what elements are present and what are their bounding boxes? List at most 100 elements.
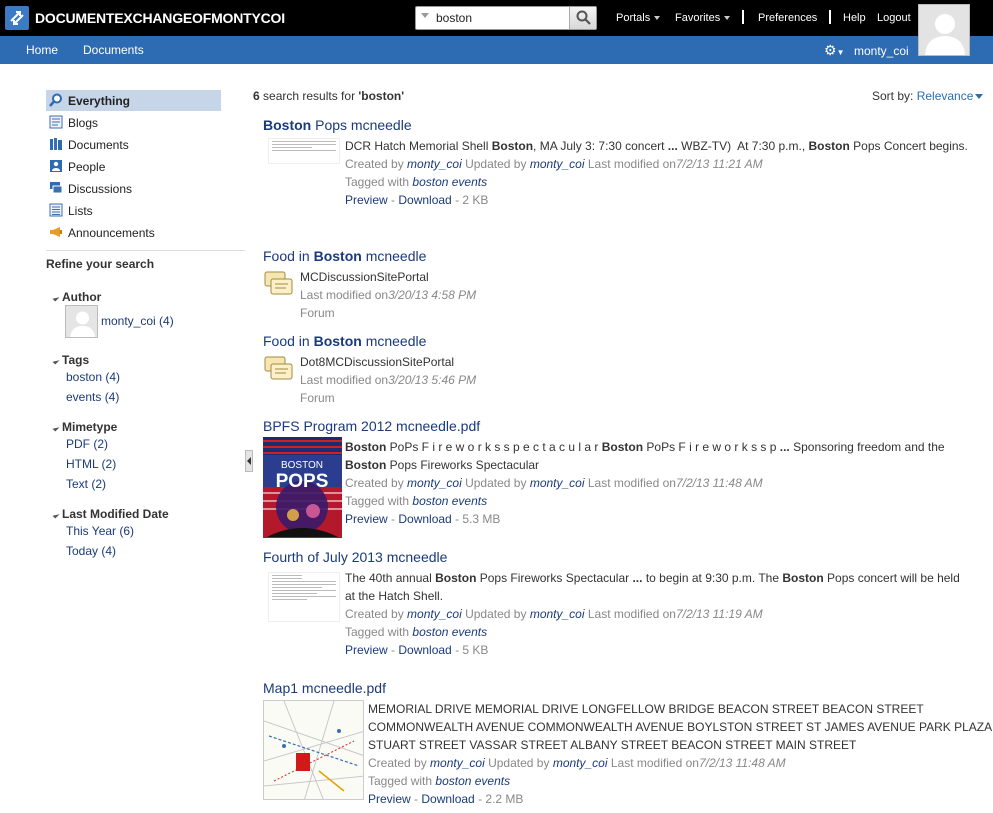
updater-link[interactable]: monty_coi [530,476,585,490]
download-link[interactable]: Download [398,512,451,526]
result-actions: Preview - Download - 5.3 MB [345,512,501,526]
result-meta: Created by monty_coi Updated by monty_co… [345,476,763,490]
search-box [415,6,597,30]
updater-link[interactable]: monty_coi [530,157,585,171]
result-title[interactable]: BPFS Program 2012 mcneedle.pdf [263,418,480,434]
facet-mimetype-html[interactable]: HTML (2) [66,457,116,471]
result-tags: Tagged with boston events [345,175,488,189]
app-logo-icon[interactable] [5,6,29,30]
facet-modified-toggle[interactable]: Last Modified Date [52,507,169,521]
portals-menu[interactable]: Portals [616,12,661,24]
site-title[interactable]: DOCUMENTEXCHANGEOFMONTYCOI [35,10,285,26]
updater-link[interactable]: monty_coi [530,607,585,621]
result-actions: Preview - Download - 2 KB [345,193,489,207]
result-tags: Tagged with boston events [345,494,488,508]
sidebar-item-announcements[interactable]: Announcements [46,222,221,243]
result-site: MCDiscussionSitePortal [300,270,429,284]
search-button[interactable] [569,7,596,29]
result-type: Forum [300,306,335,320]
tags-link[interactable]: boston events [412,175,487,189]
result-snippet: STUART STREET VASSAR STREET ALBANY STREE… [368,738,857,752]
preview-link[interactable]: Preview [368,792,411,806]
megaphone-icon [50,227,62,237]
sidebar-item-documents[interactable]: Documents [46,134,221,155]
facet-mimetype-toggle[interactable]: Mimetype [52,420,117,434]
sort-value[interactable]: Relevance [917,89,974,103]
people-icon [50,160,62,172]
download-link[interactable]: Download [421,792,474,806]
forum-icon [264,271,293,295]
top-bar: DOCUMENTEXCHANGEOFMONTYCOI Portals Favor… [0,0,993,36]
collapse-triangle-icon [52,511,60,519]
user-avatar[interactable] [918,4,970,56]
sidebar-item-blogs[interactable]: Blogs [46,112,221,133]
document-thumbnail[interactable] [268,138,340,164]
sidebar-item-lists[interactable]: Lists [46,200,221,221]
facet-mimetype-pdf[interactable]: PDF (2) [66,437,108,451]
chevron-down-icon [724,16,731,21]
tags-link[interactable]: boston events [412,494,487,508]
result-tags: Tagged with boston events [368,774,511,788]
refine-heading: Refine your search [46,257,155,271]
gear-icon[interactable]: ⚙▼ [824,42,844,59]
result-title[interactable]: Map1 mcneedle.pdf [263,680,386,696]
facet-author-toggle[interactable]: Author [52,290,101,304]
divider [742,10,744,24]
result-title[interactable]: Fourth of July 2013 mcneedle [263,549,447,565]
tags-link[interactable]: boston events [412,625,487,639]
document-thumbnail[interactable] [268,572,340,622]
facet-tags-toggle[interactable]: Tags [52,353,89,367]
result-title[interactable]: Food in Boston mcneedle [263,248,426,264]
preferences-link[interactable]: Preferences [758,12,817,24]
search-icon [576,10,591,25]
sidebar-item-people[interactable]: People [46,156,221,177]
documents-icon [50,138,62,150]
result-meta: Created by monty_coi Updated by monty_co… [368,756,786,770]
sort-control[interactable]: Sort by: Relevance [872,89,984,103]
blog-icon [49,115,63,129]
favorites-menu[interactable]: Favorites [675,12,731,24]
facet-mimetype-text[interactable]: Text (2) [66,477,106,491]
result-meta: Last modified on3/20/13 5:46 PM [300,373,477,387]
download-link[interactable]: Download [398,193,451,207]
divider [46,250,245,251]
help-link[interactable]: Help [843,12,866,24]
search-input[interactable] [436,10,566,26]
result-site: Dot8MCDiscussionSitePortal [300,355,455,369]
facet-modified-this-year[interactable]: This Year (6) [66,524,134,538]
result-title[interactable]: Food in Boston mcneedle [263,333,426,349]
preview-link[interactable]: Preview [345,643,388,657]
main-nav-bar: Home Documents ⚙▼ monty_coi [0,36,993,64]
sidebar-collapse-handle[interactable] [245,450,253,472]
download-link[interactable]: Download [398,643,451,657]
search-icon [49,93,62,107]
sidebar-item-discussions[interactable]: Discussions [46,178,221,199]
tags-link[interactable]: boston events [435,774,510,788]
updater-link[interactable]: monty_coi [553,756,608,770]
nav-home[interactable]: Home [26,43,58,57]
chevron-down-icon [975,94,984,100]
creator-link[interactable]: monty_coi [407,476,462,490]
facet-modified-today[interactable]: Today (4) [66,544,116,558]
logout-link[interactable]: Logout [877,12,911,24]
preview-link[interactable]: Preview [345,512,388,526]
poster-thumbnail[interactable]: BOSTON POPS [263,437,342,538]
collapse-triangle-icon [52,357,60,365]
user-menu[interactable]: monty_coi [854,44,909,58]
sidebar-item-everything[interactable]: Everything [46,90,221,111]
search-scope-dropdown-icon[interactable] [421,13,429,18]
creator-link[interactable]: monty_coi [430,756,485,770]
preview-link[interactable]: Preview [345,193,388,207]
forum-icon [264,356,293,380]
creator-link[interactable]: monty_coi [407,607,462,621]
facet-tag-boston[interactable]: boston (4) [66,370,120,384]
creator-link[interactable]: monty_coi [407,157,462,171]
map-thumbnail[interactable] [263,700,364,800]
result-meta: Last modified on3/20/13 4:58 PM [300,288,477,302]
facet-tag-events[interactable]: events (4) [66,390,119,404]
result-snippet: COMMONWEALTH AVENUE COMMONWEALTH AVENUE … [368,720,993,734]
result-title[interactable]: Boston Pops mcneedle [263,117,412,133]
nav-documents[interactable]: Documents [83,43,144,57]
facet-author-monty[interactable]: monty_coi (4) [101,314,174,328]
result-snippet: at the Hatch Shell. [345,589,444,603]
